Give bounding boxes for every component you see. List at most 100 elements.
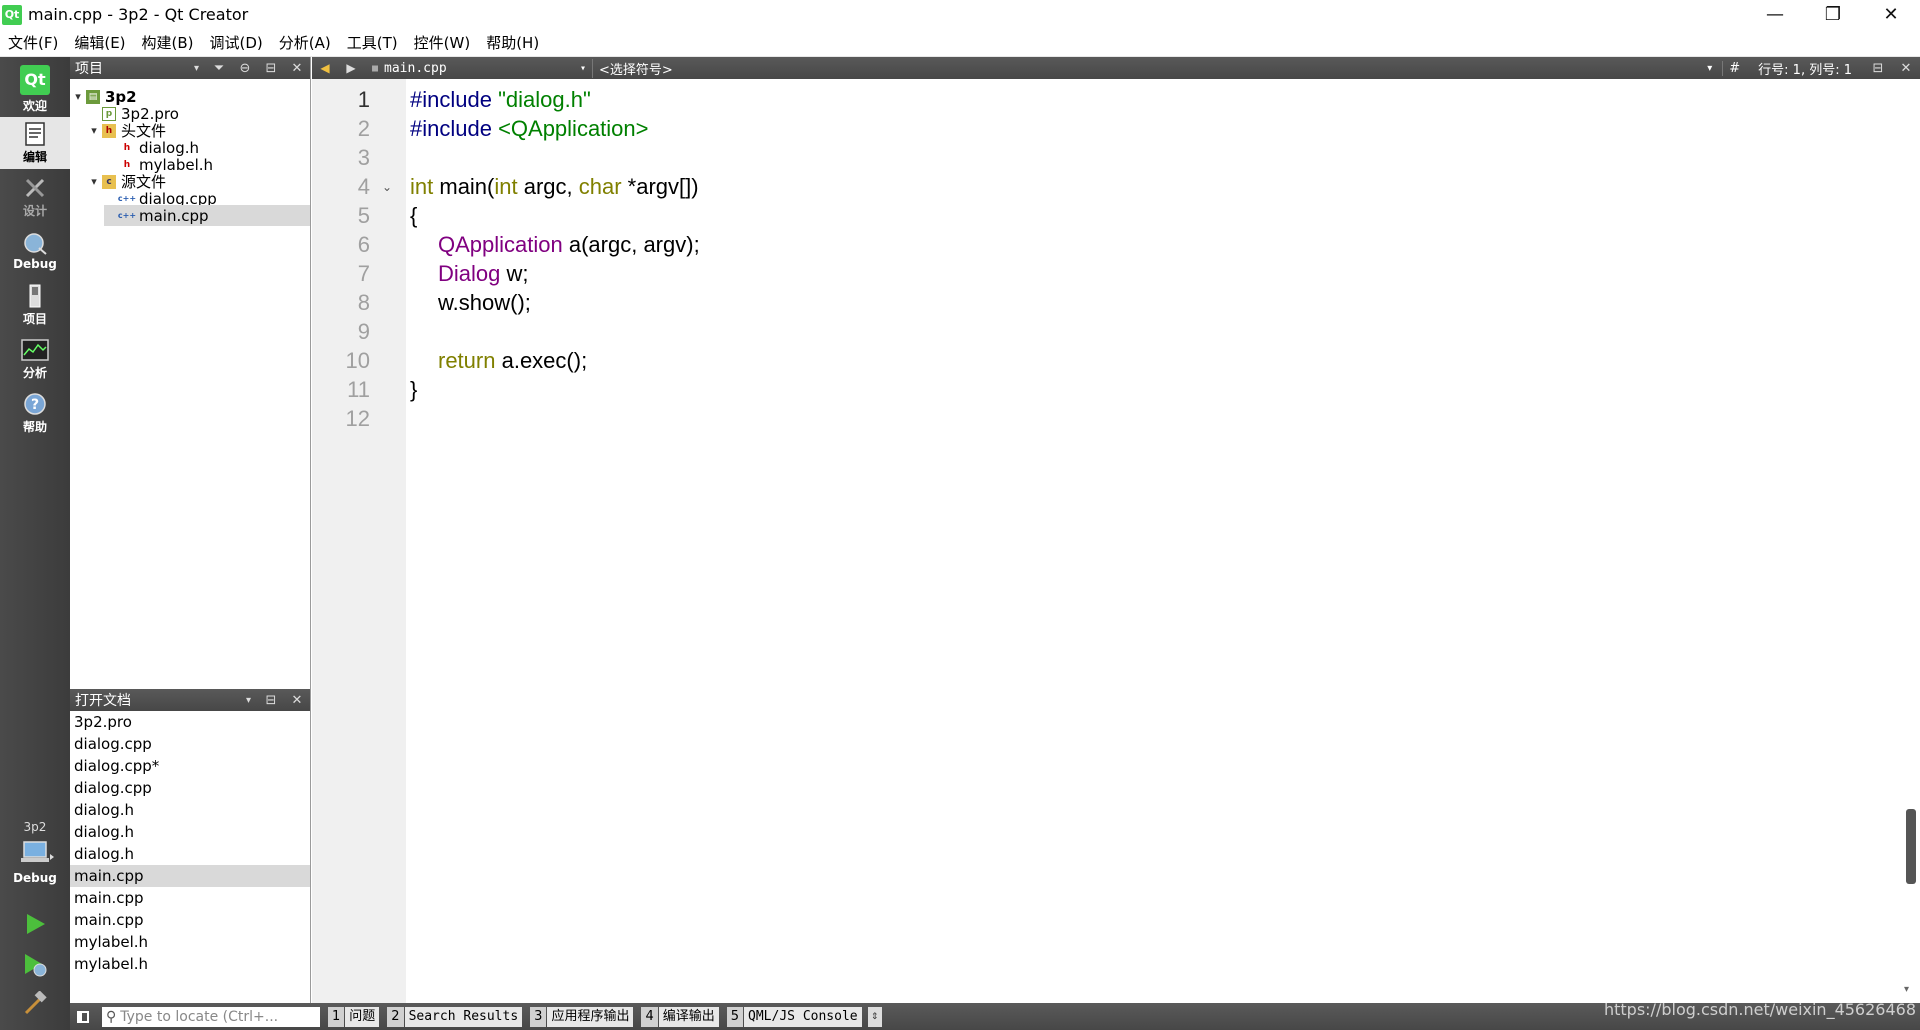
output-tab-qml-console[interactable]: 5 QML/JS Console (726, 1006, 862, 1027)
open-doc-item[interactable]: dialog.h (70, 799, 310, 821)
menu-build[interactable]: 构建(B) (134, 29, 202, 57)
mode-edit[interactable]: 编辑 (0, 117, 70, 169)
tree-item-main-cpp[interactable]: c++ main.cpp (104, 205, 310, 226)
chevron-down-icon[interactable]: ▾ (246, 695, 258, 706)
header-file-icon: h (123, 159, 131, 170)
editor-toolbar: ◀ ▶ ■ main.cpp ▾ <选择符号> ▾ # 行号: 1, 列号: 1… (312, 57, 1920, 79)
mode-selector-bar: Qt 欢迎 编辑 设计 Debug 项目 分析 ? 帮助 3p2 Debug (0, 57, 70, 1030)
open-doc-item[interactable]: 3p2.pro (70, 711, 310, 733)
svg-text:?: ? (31, 397, 39, 413)
open-doc-item[interactable]: dialog.cpp* (70, 755, 310, 777)
symbol-selector[interactable]: <选择符号> (592, 58, 1707, 78)
close-editor-icon[interactable]: ✕ (1892, 61, 1920, 76)
editor-scrollbar[interactable]: ▾ (1898, 79, 1920, 1003)
mode-debug[interactable]: Debug (0, 225, 70, 277)
output-tab-search-results[interactable]: 2 Search Results (387, 1006, 523, 1027)
open-doc-item[interactable]: main.cpp (70, 909, 310, 931)
docs-pane-title[interactable]: 打开文档 (75, 690, 246, 710)
output-tab-application-output[interactable]: 3 应用程序输出 (530, 1006, 634, 1027)
help-question-icon: ? (21, 392, 49, 416)
hash-icon[interactable]: # (1722, 60, 1746, 76)
open-doc-item[interactable]: dialog.cpp (70, 733, 310, 755)
design-pen-icon (21, 176, 49, 200)
menu-help[interactable]: 帮助(H) (478, 29, 547, 57)
file-selector[interactable]: ■ main.cpp ▾ (364, 61, 592, 76)
project-tree-pane: 项目 ▾ ⏷ ⊖ ⊟ ✕ ▾ ▤ 3p2 p 3p2.pro ▾ h 头文件 h… (70, 57, 311, 689)
line-number: 1 (357, 87, 370, 112)
open-doc-item[interactable]: dialog.cpp (70, 777, 310, 799)
toggle-sidebar-button[interactable] (70, 1003, 96, 1030)
qt-creator-window: Qt main.cpp - 3p2 - Qt Creator — ❐ ✕ 文件(… (0, 0, 1920, 1030)
line-number: 9 (357, 319, 370, 344)
expand-arrow-icon[interactable]: ▾ (86, 124, 102, 137)
output-tab-issues[interactable]: 1 问题 (328, 1006, 380, 1027)
split-icon[interactable]: ⊟ (1864, 61, 1892, 76)
chevron-down-icon[interactable]: ▾ (1707, 63, 1722, 74)
fold-marker-icon[interactable]: ⌄ (382, 180, 392, 194)
open-doc-item[interactable]: dialog.h (70, 843, 310, 865)
open-doc-item[interactable]: dialog.h (70, 821, 310, 843)
code-line: #include "dialog.h" (410, 87, 591, 112)
filter-icon[interactable]: ⏷ (206, 61, 232, 76)
cursor-position[interactable]: 行号: 1, 列号: 1 (1746, 59, 1864, 78)
code-line: { (410, 203, 418, 228)
folder-icon: c (102, 174, 116, 189)
menu-tools[interactable]: 工具(T) (339, 29, 406, 57)
window-controls: — ❐ ✕ (1746, 0, 1920, 29)
project-pane-title[interactable]: 项目 (75, 58, 194, 78)
close-pane-icon[interactable]: ✕ (284, 693, 310, 708)
open-doc-item[interactable]: mylabel.h (70, 953, 310, 975)
output-tab-compile-output[interactable]: 4 编译输出 (641, 1006, 719, 1027)
title-bar: Qt main.cpp - 3p2 - Qt Creator — ❐ ✕ (0, 0, 1920, 29)
run-button[interactable] (20, 909, 50, 939)
build-button[interactable] (20, 989, 50, 1019)
split-icon[interactable]: ⊟ (258, 693, 284, 708)
menu-edit[interactable]: 编辑(E) (66, 29, 133, 57)
menu-analyze[interactable]: 分析(A) (271, 29, 339, 57)
open-doc-item-selected[interactable]: main.cpp (70, 865, 310, 887)
chevron-down-icon[interactable]: ▾ (194, 63, 206, 74)
mode-analyze[interactable]: 分析 (0, 333, 70, 385)
code-editor[interactable]: #include "dialog.h" #include <QApplicati… (408, 79, 1898, 1003)
lock-icon: ■ (372, 62, 379, 74)
menu-file[interactable]: 文件(F) (0, 29, 66, 57)
forward-arrow-icon[interactable]: ▶ (338, 61, 364, 75)
analyze-chart-icon (21, 338, 49, 362)
line-number: 10 (345, 348, 370, 373)
mode-welcome[interactable]: Qt 欢迎 (0, 63, 70, 115)
open-doc-item[interactable]: mylabel.h (70, 931, 310, 953)
mode-design[interactable]: 设计 (0, 171, 70, 223)
mode-label: 分析 (22, 365, 47, 380)
line-number: 5 (357, 203, 370, 228)
open-documents-pane: 打开文档 ▾ ⊟ ✕ 3p2.pro dialog.cpp dialog.cpp… (70, 689, 311, 1003)
scroll-down-icon[interactable]: ▾ (1904, 984, 1909, 995)
menu-widgets[interactable]: 控件(W) (406, 29, 479, 57)
mode-help[interactable]: ? 帮助 (0, 387, 70, 439)
line-number: 2 (357, 116, 370, 141)
open-doc-item[interactable]: main.cpp (70, 887, 310, 909)
back-arrow-icon[interactable]: ◀ (312, 61, 338, 75)
close-button[interactable]: ✕ (1862, 0, 1920, 29)
mode-label: 欢迎 (22, 98, 47, 113)
hammer-icon (24, 991, 47, 1015)
menu-debug[interactable]: 调试(D) (202, 29, 271, 57)
line-number-gutter: 1 2 3 4 ⌄ 5 6 7 8 9 10 11 12 (312, 79, 406, 1003)
search-icon: ⚲ (106, 1008, 117, 1025)
mode-projects[interactable]: 项目 (0, 279, 70, 331)
locator-input[interactable]: ⚲ Type to locate (Ctrl+... (102, 1006, 320, 1027)
updown-arrows-icon[interactable]: ⇕ (867, 1006, 882, 1027)
close-pane-icon[interactable]: ✕ (284, 61, 310, 76)
qt-app-icon: Qt (2, 4, 22, 25)
debug-run-button[interactable] (20, 950, 50, 980)
expand-arrow-icon[interactable]: ▾ (86, 175, 102, 188)
run-icon (27, 914, 45, 934)
scrollbar-thumb[interactable] (1906, 809, 1916, 884)
split-icon[interactable]: ⊟ (258, 61, 284, 76)
mode-label: 项目 (22, 311, 47, 326)
line-number: 3 (357, 145, 370, 170)
kit-selector-icon[interactable] (20, 840, 54, 866)
link-icon[interactable]: ⊖ (232, 61, 258, 76)
minimize-button[interactable]: — (1746, 0, 1804, 29)
maximize-button[interactable]: ❐ (1804, 0, 1862, 29)
expand-arrow-icon[interactable]: ▾ (70, 90, 86, 103)
